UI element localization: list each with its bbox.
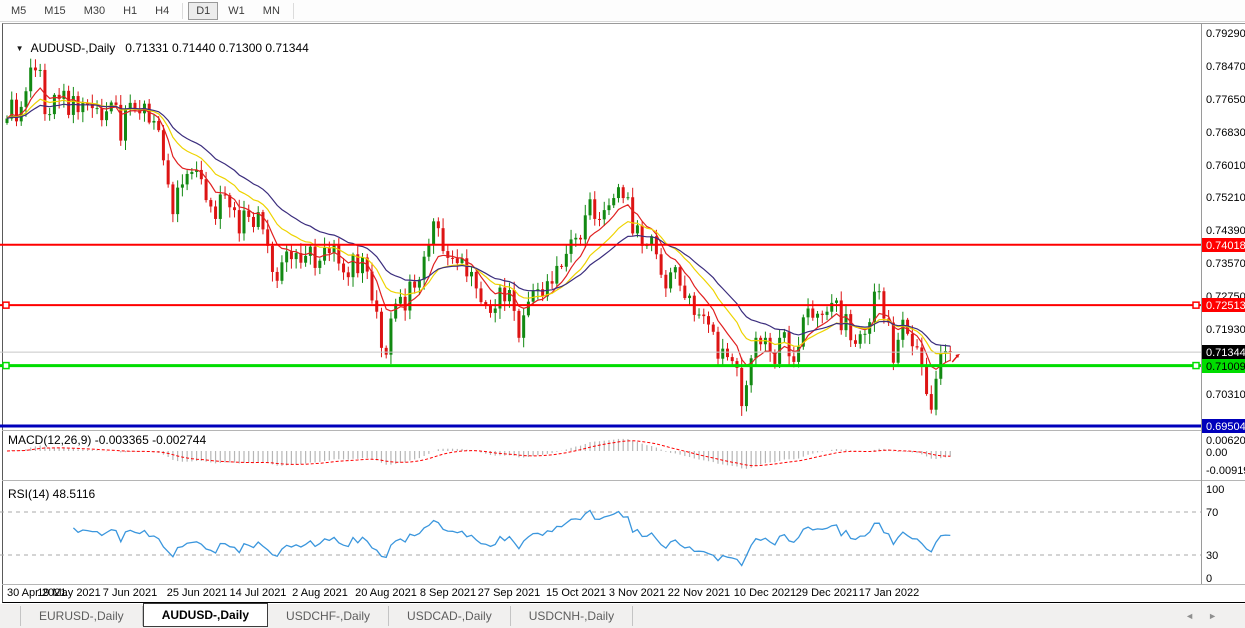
date-label: 25 Jun 2021: [167, 587, 228, 599]
price-line-label: 0.71009: [1206, 361, 1245, 373]
date-label: 20 Aug 2021: [355, 587, 417, 599]
date-label: 22 Nov 2021: [668, 587, 730, 599]
symbol-tab-bar: EURUSD-,Daily AUDUSD-,Daily USDCHF-,Dail…: [0, 604, 1245, 628]
price-tick-label: 0.71930: [1206, 324, 1245, 336]
date-label: 17 Jan 2022: [859, 587, 920, 599]
price-tick-label: 0.79290: [1206, 28, 1245, 40]
price-line-label: 0.72513: [1206, 300, 1245, 312]
macd-tick-label: -0.009197: [1206, 465, 1245, 477]
tab-audusd-daily[interactable]: AUDUSD-,Daily: [143, 603, 268, 627]
tab-scroll-left-icon: ◄: [1185, 611, 1208, 621]
tab-eurusd-daily[interactable]: EURUSD-,Daily: [20, 606, 143, 626]
price-tick-label: 0.76010: [1206, 160, 1245, 172]
rsi-indicator-label: RSI(14) 48.5116: [8, 487, 95, 501]
price-tick-label: 0.75210: [1206, 192, 1245, 204]
hline-handle[interactable]: [1193, 363, 1199, 369]
price-line-label: 0.74018: [1206, 240, 1245, 252]
price-tick-label: 0.78470: [1206, 61, 1245, 73]
date-label: 8 Sep 2021: [420, 587, 476, 599]
price-tick-label: 0.77650: [1206, 94, 1245, 106]
tab-scroll-right-icon: ►: [1208, 611, 1231, 621]
date-label: 2 Aug 2021: [292, 587, 348, 599]
price-tick-label: 0.74390: [1206, 225, 1245, 237]
price-tick-label: 0.70310: [1206, 389, 1245, 401]
tab-scroll-arrows[interactable]: ◄►: [1185, 611, 1231, 621]
rsi-line: [73, 510, 950, 565]
last-price-arrow-icon: [952, 355, 958, 362]
price-tick-label: 0.73570: [1206, 258, 1245, 270]
hline-handle[interactable]: [1193, 302, 1199, 308]
hline-handle[interactable]: [3, 363, 9, 369]
chart-title-ohlc: 0.71331 0.71440 0.71300 0.71344: [125, 41, 309, 55]
chart-canvas[interactable]: 0.79290 0.78470 0.77650 0.76830 0.76010 0.752…: [0, 0, 1245, 628]
rsi-tick-label: 100: [1206, 484, 1224, 496]
date-label: 15 Oct 2021: [546, 587, 606, 599]
date-label: 27 Sep 2021: [478, 587, 540, 599]
tab-usdchf-daily[interactable]: USDCHF-,Daily: [268, 606, 389, 626]
hline-handle[interactable]: [3, 302, 9, 308]
rsi-tick-label: 0: [1206, 573, 1212, 585]
price-tick-label: 0.76830: [1206, 127, 1245, 139]
chart-title-symbol: AUDUSD-,Daily: [31, 41, 116, 55]
chart-title: ▼ AUDUSD-,Daily 0.71331 0.71440 0.71300 0.…: [9, 27, 309, 55]
date-label: 10 Dec 2021: [734, 587, 796, 599]
macd-tick-label: 0.006201: [1206, 435, 1245, 447]
date-label: 19 May 2021: [37, 587, 101, 599]
symbol-dropdown-icon[interactable]: ▼: [16, 44, 24, 53]
rsi-tick-label: 30: [1206, 550, 1218, 562]
macd-indicator-label: MACD(12,26,9) -0.003365 -0.002744: [8, 433, 206, 447]
tab-usdcnh-daily[interactable]: USDCNH-,Daily: [511, 606, 633, 626]
date-label: 7 Jun 2021: [103, 587, 157, 599]
price-line-label: 0.69504: [1206, 421, 1245, 433]
tab-usdcad-daily[interactable]: USDCAD-,Daily: [389, 606, 511, 626]
price-line-label: 0.71344: [1206, 347, 1245, 359]
ma-line-8: [7, 88, 950, 369]
rsi-tick-label: 70: [1206, 507, 1218, 519]
macd-tick-label: 0.00: [1206, 447, 1227, 459]
candles-layer: [6, 59, 952, 416]
date-label: 29 Dec 2021: [796, 587, 858, 599]
date-label: 3 Nov 2021: [609, 587, 665, 599]
date-label: 14 Jul 2021: [230, 587, 287, 599]
